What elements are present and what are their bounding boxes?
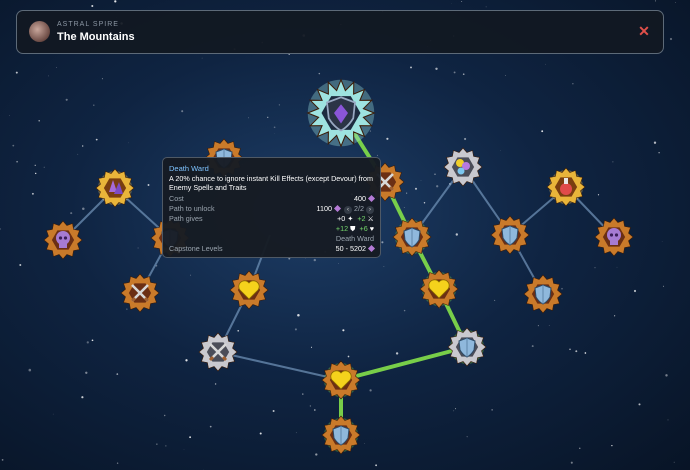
skill-node-left-heart[interactable] [229, 270, 269, 310]
tooltip-capstone-row: Capstone Levels 50 - 5202 [169, 244, 376, 254]
shield-icon [392, 217, 432, 257]
skill-tooltip: Death Ward A 20% chance to ignore instan… [162, 157, 381, 258]
tooltip-gives-name-row: Death Ward [169, 234, 374, 244]
gives-magic-value: +0 [337, 214, 346, 223]
skill-node-swords-silver[interactable] [198, 332, 238, 372]
gem-icon [333, 204, 342, 213]
cost-label: Cost [169, 194, 184, 203]
tooltip-title: Death Ward [169, 164, 209, 173]
shield-icon [447, 327, 487, 367]
skill-node-right-skull[interactable] [594, 217, 634, 257]
tooltip-description: A 20% chance to ignore instant Kill Effe… [169, 174, 374, 192]
gem-icon [367, 244, 376, 253]
prev-page-button[interactable]: ‹ [344, 206, 352, 214]
shield-icon [321, 415, 361, 455]
heart-icon [229, 270, 269, 310]
skill-node-left-skull[interactable] [43, 220, 83, 260]
magic-icon: ✦ [347, 214, 354, 223]
tooltip-path-gives-row: Path gives +0 ✦ +2 ⚔ [169, 214, 374, 224]
header-title: The Mountains [57, 31, 135, 43]
skill-node-bottom-heart[interactable] [321, 360, 361, 400]
skill-node-right-gems-silver[interactable] [443, 147, 483, 187]
path-gives-label: Path gives [169, 214, 203, 223]
gem-cluster-icon [443, 147, 483, 187]
heart-icon [419, 269, 459, 309]
path-unlock-label: Path to unlock [169, 204, 215, 213]
life-icon: ♥ [369, 224, 374, 233]
tooltip-cost-row: Cost 400 [169, 194, 376, 204]
potion-icon [546, 167, 586, 207]
skill-node-capstone[interactable] [306, 78, 376, 148]
header-panel: ASTRAL SPIRE The Mountains ✕ [16, 10, 664, 54]
page-indicator: 2/2 [354, 204, 364, 213]
crossed-swords-icon [198, 332, 238, 372]
close-icon[interactable]: ✕ [636, 23, 652, 39]
attack-icon: ⚔ [367, 214, 374, 223]
tooltip-path-unlock-row: Path to unlock 1100 ‹ 2/2 › [169, 204, 374, 214]
region-avatar-icon [29, 21, 50, 42]
tooltip-pager: ‹ 2/2 › [344, 204, 374, 214]
capstone-label: Capstone Levels [169, 244, 223, 253]
skill-node-left-gold-gems[interactable] [95, 168, 135, 208]
purple-gem-cluster-icon [95, 168, 135, 208]
shield-icon [490, 215, 530, 255]
shield-icon [523, 274, 563, 314]
shield-gem-icon [306, 78, 376, 148]
gives-attack-value: +2 [357, 214, 366, 223]
skill-node-right-potion[interactable] [546, 167, 586, 207]
gem-icon [367, 194, 376, 203]
skill-node-right-shield-2[interactable] [523, 274, 563, 314]
cost-value: 400 [354, 194, 376, 203]
skill-node-left-swords[interactable] [120, 273, 160, 313]
capstone-value: 50 - 5202 [336, 244, 376, 253]
next-page-button[interactable]: › [366, 206, 374, 214]
header-subtitle: ASTRAL SPIRE [57, 21, 119, 28]
skill-node-bottom-shield[interactable] [321, 415, 361, 455]
gives-life-value: +6 [359, 224, 368, 233]
crossed-swords-icon [120, 273, 160, 313]
purple-skull-icon [594, 217, 634, 257]
heart-icon [321, 360, 361, 400]
armor-icon: ⛊ [350, 224, 356, 233]
tooltip-gives-row2: +12 ⛊ +6 ♥ [169, 224, 374, 234]
path-unlock-value: 1100 ‹ 2/2 › [317, 204, 374, 214]
skill-node-right-shield[interactable] [490, 215, 530, 255]
gives-armor-value: +12 [335, 224, 349, 233]
skill-node-right-shield-low[interactable] [447, 327, 487, 367]
skill-node-center-shield[interactable] [392, 217, 432, 257]
skill-node-center-heart[interactable] [419, 269, 459, 309]
gives-name: Death Ward [335, 234, 374, 243]
purple-skull-icon [43, 220, 83, 260]
